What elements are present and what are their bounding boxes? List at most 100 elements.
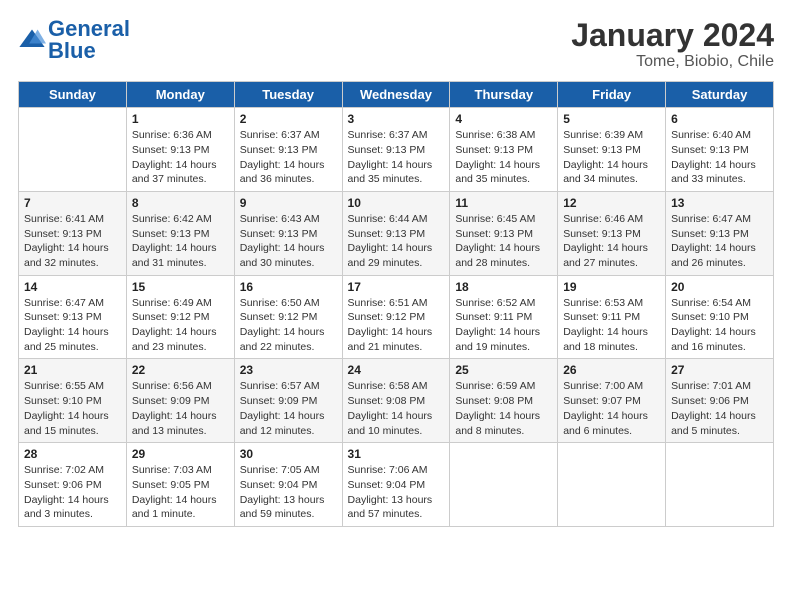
week-row-1: 1 Sunrise: 6:36 AM Sunset: 9:13 PM Dayli… xyxy=(19,108,774,192)
daylight: Daylight: 14 hours and 1 minute. xyxy=(132,494,217,521)
title-block: January 2024 Tome, Biobio, Chile xyxy=(571,18,774,71)
sunset: Sunset: 9:06 PM xyxy=(671,395,749,407)
daylight: Daylight: 13 hours and 59 minutes. xyxy=(240,494,325,521)
sunset: Sunset: 9:13 PM xyxy=(240,228,318,240)
col-sunday: Sunday xyxy=(19,82,127,108)
sunrise: Sunrise: 6:54 AM xyxy=(671,297,751,309)
day-number: 9 xyxy=(240,196,337,210)
day-number: 6 xyxy=(671,112,768,126)
day-cell-4-5 xyxy=(558,443,666,527)
calendar: Sunday Monday Tuesday Wednesday Thursday… xyxy=(18,81,774,527)
daylight: Daylight: 13 hours and 57 minutes. xyxy=(348,494,433,521)
day-cell-0-6: 6 Sunrise: 6:40 AM Sunset: 9:13 PM Dayli… xyxy=(666,108,774,192)
sunrise: Sunrise: 6:50 AM xyxy=(240,297,320,309)
sunset: Sunset: 9:13 PM xyxy=(671,144,749,156)
day-cell-2-3: 17 Sunrise: 6:51 AM Sunset: 9:12 PM Dayl… xyxy=(342,275,450,359)
sunrise: Sunrise: 6:39 AM xyxy=(563,129,643,141)
day-number: 26 xyxy=(563,363,660,377)
daylight: Daylight: 14 hours and 31 minutes. xyxy=(132,242,217,269)
day-info: Sunrise: 6:47 AM Sunset: 9:13 PM Dayligh… xyxy=(671,212,768,271)
sunset: Sunset: 9:13 PM xyxy=(348,228,426,240)
daylight: Daylight: 14 hours and 32 minutes. xyxy=(24,242,109,269)
logo-icon xyxy=(18,26,46,54)
logo-text: General Blue xyxy=(48,18,130,62)
day-info: Sunrise: 6:46 AM Sunset: 9:13 PM Dayligh… xyxy=(563,212,660,271)
sunrise: Sunrise: 6:46 AM xyxy=(563,213,643,225)
day-info: Sunrise: 6:44 AM Sunset: 9:13 PM Dayligh… xyxy=(348,212,445,271)
daylight: Daylight: 14 hours and 8 minutes. xyxy=(455,410,540,437)
sunset: Sunset: 9:12 PM xyxy=(240,311,318,323)
daylight: Daylight: 14 hours and 35 minutes. xyxy=(455,159,540,186)
daylight: Daylight: 14 hours and 37 minutes. xyxy=(132,159,217,186)
sunset: Sunset: 9:06 PM xyxy=(24,479,102,491)
daylight: Daylight: 14 hours and 35 minutes. xyxy=(348,159,433,186)
day-cell-2-2: 16 Sunrise: 6:50 AM Sunset: 9:12 PM Dayl… xyxy=(234,275,342,359)
col-thursday: Thursday xyxy=(450,82,558,108)
day-info: Sunrise: 6:38 AM Sunset: 9:13 PM Dayligh… xyxy=(455,128,552,187)
sunrise: Sunrise: 6:38 AM xyxy=(455,129,535,141)
daylight: Daylight: 14 hours and 27 minutes. xyxy=(563,242,648,269)
sunrise: Sunrise: 6:55 AM xyxy=(24,380,104,392)
week-row-2: 7 Sunrise: 6:41 AM Sunset: 9:13 PM Dayli… xyxy=(19,191,774,275)
daylight: Daylight: 14 hours and 33 minutes. xyxy=(671,159,756,186)
sunset: Sunset: 9:10 PM xyxy=(671,311,749,323)
day-number: 14 xyxy=(24,280,121,294)
day-number: 30 xyxy=(240,447,337,461)
day-info: Sunrise: 6:59 AM Sunset: 9:08 PM Dayligh… xyxy=(455,379,552,438)
day-number: 7 xyxy=(24,196,121,210)
daylight: Daylight: 14 hours and 36 minutes. xyxy=(240,159,325,186)
logo: General Blue xyxy=(18,18,130,62)
day-cell-4-4 xyxy=(450,443,558,527)
sunset: Sunset: 9:13 PM xyxy=(455,144,533,156)
sunset: Sunset: 9:09 PM xyxy=(240,395,318,407)
day-number: 8 xyxy=(132,196,229,210)
day-cell-1-4: 11 Sunrise: 6:45 AM Sunset: 9:13 PM Dayl… xyxy=(450,191,558,275)
sunrise: Sunrise: 7:01 AM xyxy=(671,380,751,392)
day-cell-3-5: 26 Sunrise: 7:00 AM Sunset: 9:07 PM Dayl… xyxy=(558,359,666,443)
day-number: 19 xyxy=(563,280,660,294)
daylight: Daylight: 14 hours and 5 minutes. xyxy=(671,410,756,437)
day-cell-1-5: 12 Sunrise: 6:46 AM Sunset: 9:13 PM Dayl… xyxy=(558,191,666,275)
sunrise: Sunrise: 6:47 AM xyxy=(671,213,751,225)
col-tuesday: Tuesday xyxy=(234,82,342,108)
day-cell-4-3: 31 Sunrise: 7:06 AM Sunset: 9:04 PM Dayl… xyxy=(342,443,450,527)
sunset: Sunset: 9:13 PM xyxy=(563,144,641,156)
daylight: Daylight: 14 hours and 16 minutes. xyxy=(671,326,756,353)
day-cell-3-3: 24 Sunrise: 6:58 AM Sunset: 9:08 PM Dayl… xyxy=(342,359,450,443)
day-cell-2-1: 15 Sunrise: 6:49 AM Sunset: 9:12 PM Dayl… xyxy=(126,275,234,359)
week-row-3: 14 Sunrise: 6:47 AM Sunset: 9:13 PM Dayl… xyxy=(19,275,774,359)
day-cell-1-6: 13 Sunrise: 6:47 AM Sunset: 9:13 PM Dayl… xyxy=(666,191,774,275)
header: General Blue January 2024 Tome, Biobio, … xyxy=(18,18,774,71)
day-cell-3-4: 25 Sunrise: 6:59 AM Sunset: 9:08 PM Dayl… xyxy=(450,359,558,443)
sunset: Sunset: 9:04 PM xyxy=(348,479,426,491)
daylight: Daylight: 14 hours and 29 minutes. xyxy=(348,242,433,269)
daylight: Daylight: 14 hours and 12 minutes. xyxy=(240,410,325,437)
day-cell-1-1: 8 Sunrise: 6:42 AM Sunset: 9:13 PM Dayli… xyxy=(126,191,234,275)
day-number: 28 xyxy=(24,447,121,461)
day-number: 10 xyxy=(348,196,445,210)
daylight: Daylight: 14 hours and 18 minutes. xyxy=(563,326,648,353)
day-cell-4-2: 30 Sunrise: 7:05 AM Sunset: 9:04 PM Dayl… xyxy=(234,443,342,527)
sunset: Sunset: 9:13 PM xyxy=(132,144,210,156)
day-number: 27 xyxy=(671,363,768,377)
day-number: 5 xyxy=(563,112,660,126)
day-info: Sunrise: 6:52 AM Sunset: 9:11 PM Dayligh… xyxy=(455,296,552,355)
day-cell-0-4: 4 Sunrise: 6:38 AM Sunset: 9:13 PM Dayli… xyxy=(450,108,558,192)
sunrise: Sunrise: 7:02 AM xyxy=(24,464,104,476)
day-number: 25 xyxy=(455,363,552,377)
col-monday: Monday xyxy=(126,82,234,108)
day-number: 16 xyxy=(240,280,337,294)
sunrise: Sunrise: 7:00 AM xyxy=(563,380,643,392)
day-cell-3-2: 23 Sunrise: 6:57 AM Sunset: 9:09 PM Dayl… xyxy=(234,359,342,443)
day-cell-3-0: 21 Sunrise: 6:55 AM Sunset: 9:10 PM Dayl… xyxy=(19,359,127,443)
day-info: Sunrise: 6:41 AM Sunset: 9:13 PM Dayligh… xyxy=(24,212,121,271)
sunrise: Sunrise: 6:59 AM xyxy=(455,380,535,392)
sunset: Sunset: 9:11 PM xyxy=(563,311,640,323)
calendar-header-row: Sunday Monday Tuesday Wednesday Thursday… xyxy=(19,82,774,108)
daylight: Daylight: 14 hours and 30 minutes. xyxy=(240,242,325,269)
week-row-5: 28 Sunrise: 7:02 AM Sunset: 9:06 PM Dayl… xyxy=(19,443,774,527)
sunrise: Sunrise: 7:06 AM xyxy=(348,464,428,476)
daylight: Daylight: 14 hours and 34 minutes. xyxy=(563,159,648,186)
daylight: Daylight: 14 hours and 26 minutes. xyxy=(671,242,756,269)
day-info: Sunrise: 6:53 AM Sunset: 9:11 PM Dayligh… xyxy=(563,296,660,355)
